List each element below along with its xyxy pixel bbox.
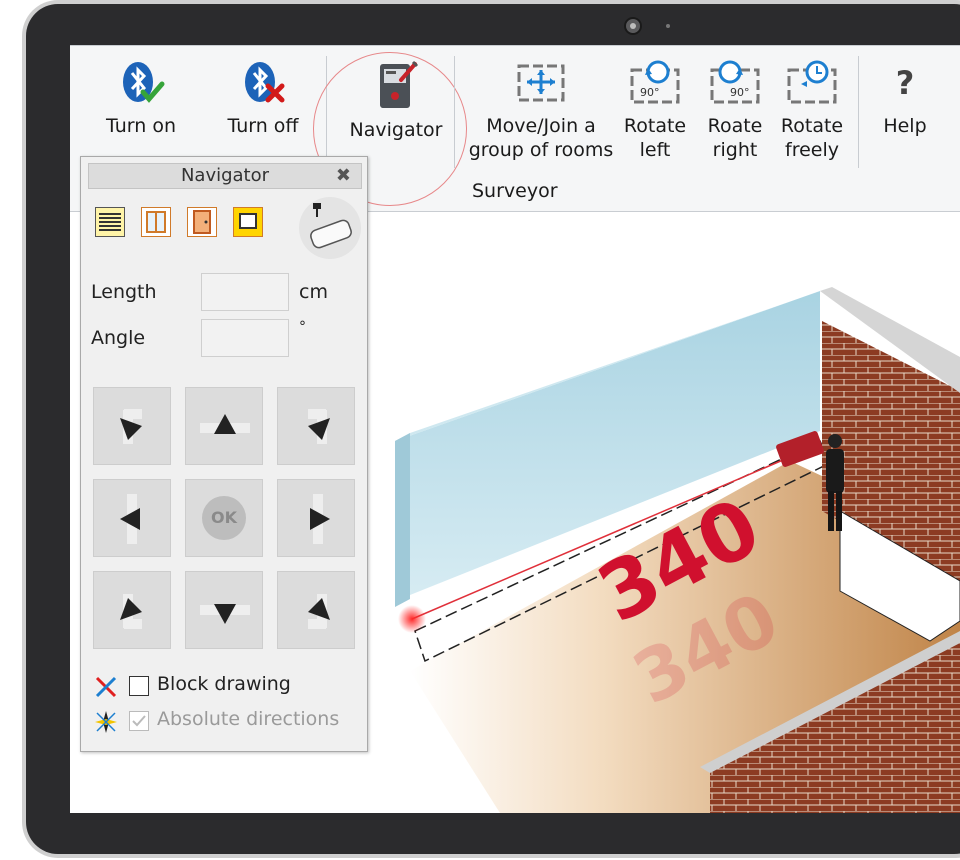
glass-wall-edge <box>395 433 410 607</box>
absolute-directions-label: Absolute directions <box>157 708 340 730</box>
length-field[interactable] <box>201 273 289 311</box>
rotate-right-label: Roate right <box>707 115 763 161</box>
arrow-up-right-icon <box>308 409 330 444</box>
length-unit: cm <box>299 281 328 303</box>
turn-off-label: Turn off <box>227 115 299 137</box>
help-label: Help <box>883 115 927 137</box>
arrow-right-icon <box>310 494 330 544</box>
angle-label: Angle <box>91 327 146 349</box>
move-rooms-icon <box>517 64 565 102</box>
move-join-label: Move/Join a group of rooms <box>468 115 614 161</box>
sensor-dot <box>666 24 670 28</box>
arrow-down-icon <box>200 604 250 624</box>
ok-button[interactable]: OK <box>185 479 263 557</box>
rotate-right-icon: 90° <box>710 60 760 104</box>
rotate-freely-label: Rotate freely <box>780 115 844 161</box>
window-tool-button[interactable] <box>141 207 171 237</box>
rotate-left-icon: 90° <box>630 60 680 104</box>
close-icon[interactable]: ✖ <box>336 164 351 188</box>
move-down-left-button[interactable] <box>93 571 171 649</box>
door-icon <box>193 210 211 234</box>
wall-tool-button[interactable] <box>95 207 125 237</box>
wall-hatch-icon <box>99 213 121 231</box>
arrow-up-icon <box>200 414 250 434</box>
navigator-panel: Navigator ✖ Length cm Angle ° OK Block d… <box>80 156 368 752</box>
degree-badge: 90° <box>640 86 660 99</box>
turn-on-label: Turn on <box>106 115 176 137</box>
arrow-down-left-icon <box>120 594 142 629</box>
laser-dot <box>398 605 426 633</box>
angle-field[interactable] <box>201 319 289 357</box>
bluetooth-off-icon <box>245 62 285 103</box>
move-down-right-button[interactable] <box>277 571 355 649</box>
ok-label: OK <box>202 496 246 540</box>
move-down-button[interactable] <box>185 571 263 649</box>
block-drawing-label: Block drawing <box>157 673 291 695</box>
arrow-up-left-icon <box>120 409 142 444</box>
block-drawing-icon <box>95 676 117 698</box>
absolute-directions-checkbox[interactable] <box>129 711 149 731</box>
door-tool-button[interactable] <box>187 207 217 237</box>
camera-icon <box>624 17 642 35</box>
checkmark-icon <box>132 715 146 727</box>
turn-on-button[interactable]: Turn on <box>94 58 188 138</box>
object-icon <box>239 213 257 229</box>
move-right-button[interactable] <box>277 479 355 557</box>
length-label: Length <box>91 281 157 303</box>
angle-unit: ° <box>299 319 306 335</box>
help-button[interactable]: ? Help <box>870 58 940 138</box>
device-connection-button[interactable] <box>299 197 361 259</box>
rotate-left-button[interactable]: 90° Rotate left <box>618 58 692 162</box>
plug-device-icon <box>310 203 352 249</box>
navigator-title-bar[interactable]: Navigator ✖ <box>88 163 362 189</box>
move-up-left-button[interactable] <box>93 387 171 465</box>
surveyor-group-label: Surveyor <box>472 180 558 202</box>
move-up-right-button[interactable] <box>277 387 355 465</box>
move-join-rooms-button[interactable]: Move/Join a group of rooms <box>466 58 616 162</box>
move-left-button[interactable] <box>93 479 171 557</box>
ribbon-separator <box>454 56 455 168</box>
compass-icon <box>95 711 117 733</box>
object-tool-button[interactable] <box>233 207 263 237</box>
degree-badge: 90° <box>730 86 750 99</box>
arrow-down-right-icon <box>308 594 330 629</box>
turn-off-button[interactable]: Turn off <box>216 58 310 138</box>
rotate-freely-button[interactable]: Rotate freely <box>776 58 848 162</box>
navigator-title: Navigator <box>180 165 270 186</box>
bluetooth-on-icon <box>123 62 165 103</box>
window-icon <box>146 211 166 233</box>
move-up-button[interactable] <box>185 387 263 465</box>
rotate-freely-icon <box>787 60 837 104</box>
ribbon-separator <box>858 56 859 168</box>
block-drawing-checkbox[interactable] <box>129 676 149 696</box>
rotate-left-label: Rotate left <box>623 115 687 161</box>
rotate-right-button[interactable]: 90° Roate right <box>700 58 770 162</box>
help-icon: ? <box>895 64 915 102</box>
arrow-left-icon <box>120 494 140 544</box>
